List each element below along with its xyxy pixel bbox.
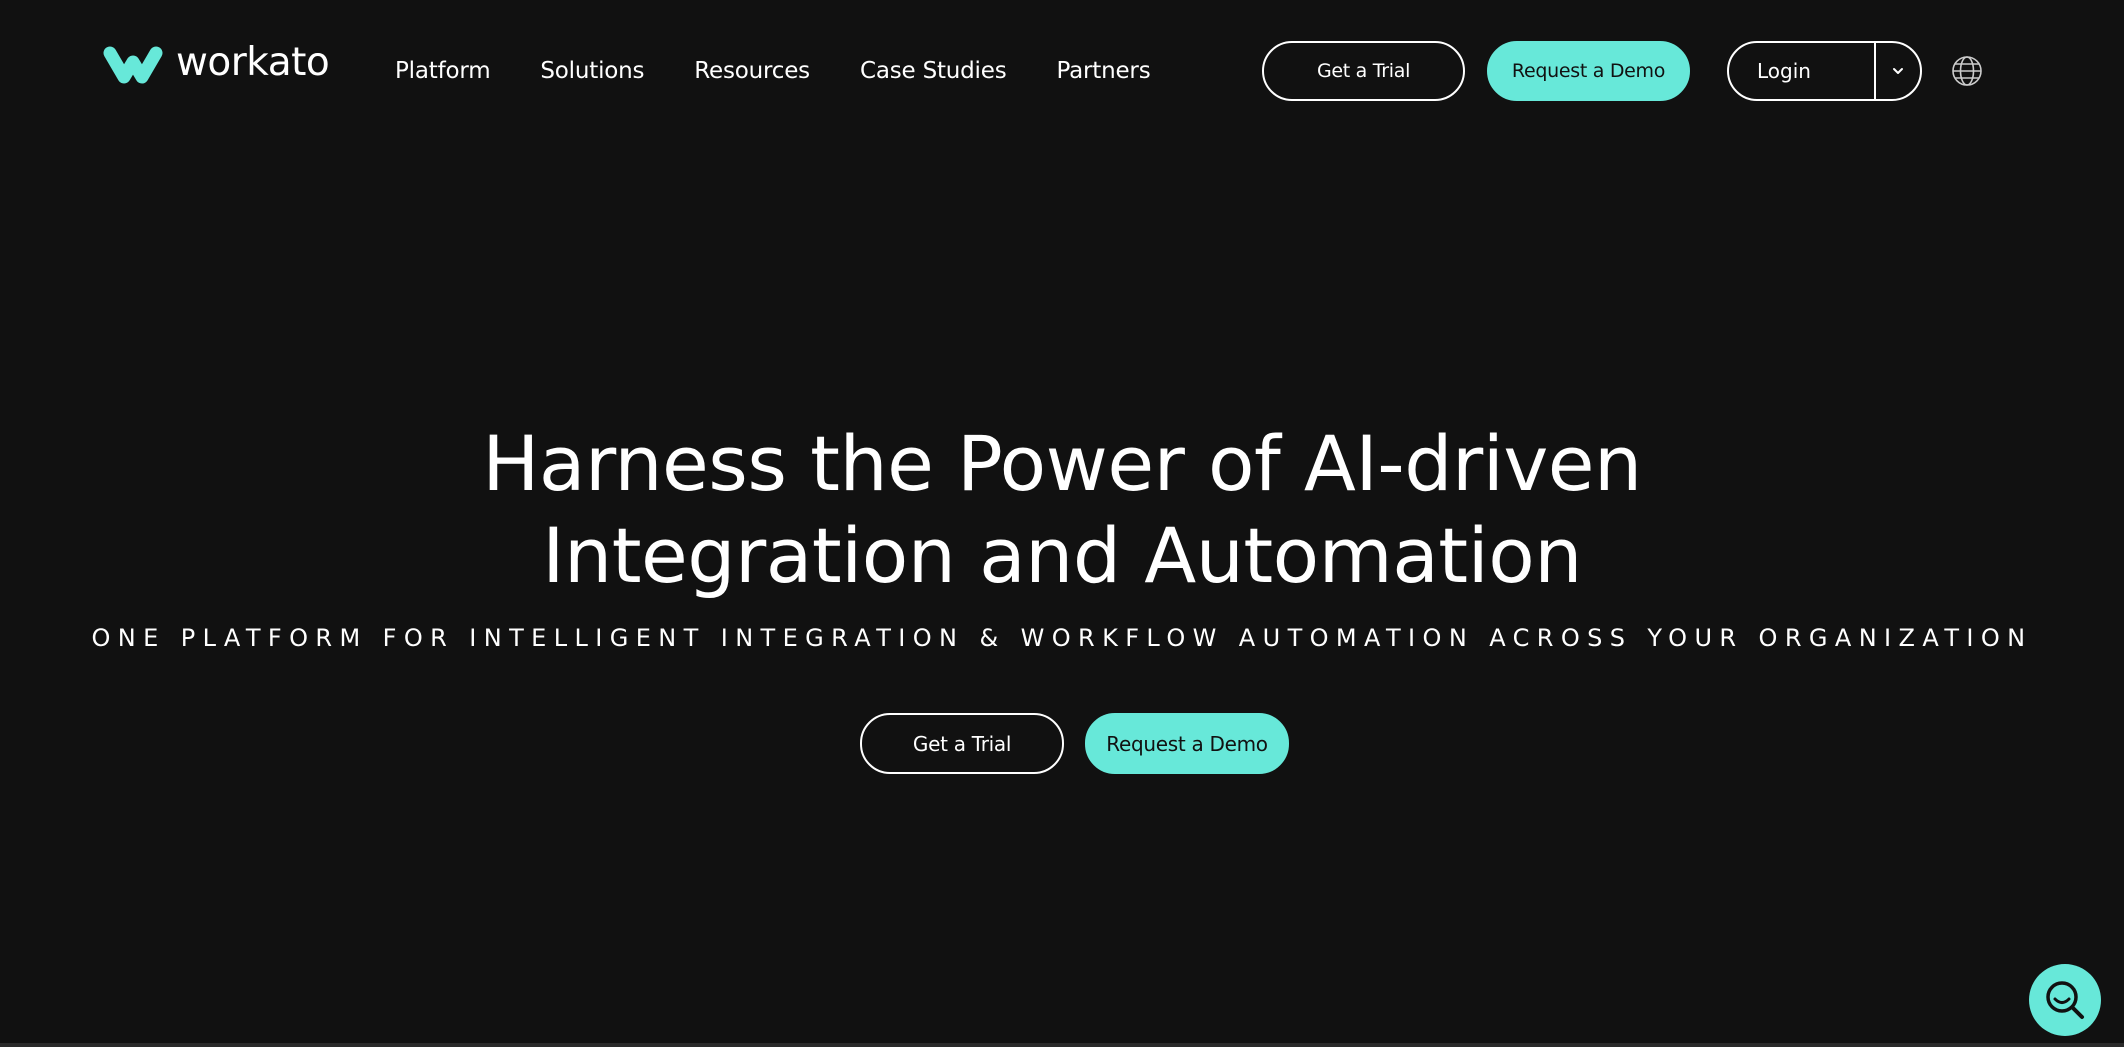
globe-icon[interactable] [1950,54,1984,88]
main-nav: Platform Solutions Resources Case Studie… [395,40,1200,102]
site-header: workato Platform Solutions Resources Cas… [0,40,2124,102]
hero-get-trial-button[interactable]: Get a Trial [860,713,1064,774]
login-button[interactable]: Login [1729,43,1874,99]
hero-request-demo-button[interactable]: Request a Demo [1085,713,1289,774]
header-request-demo-button[interactable]: Request a Demo [1487,41,1690,101]
floating-search-button[interactable] [2029,964,2101,1036]
workato-logo-icon [103,46,163,84]
hero-subtitle: ONE PLATFORM FOR INTELLIGENT INTEGRATION… [91,624,2033,652]
nav-item-partners[interactable]: Partners [1057,58,1151,84]
header-get-trial-button[interactable]: Get a Trial [1262,41,1465,101]
login-split-button: Login [1727,41,1922,101]
nav-item-case-studies[interactable]: Case Studies [860,58,1007,84]
login-menu-toggle[interactable] [1876,43,1920,99]
search-icon [2046,981,2084,1019]
nav-item-platform[interactable]: Platform [395,58,491,84]
page: workato Platform Solutions Resources Cas… [0,0,2124,1047]
logo-link[interactable]: workato [102,39,330,87]
nav-item-resources[interactable]: Resources [694,58,810,84]
bottom-divider [0,1043,2124,1047]
hero-title: Harness the Power of AI-driven Integrati… [482,419,1642,600]
chevron-down-icon [1893,68,1903,74]
logo-wordmark: workato [176,39,330,85]
nav-item-solutions[interactable]: Solutions [540,58,644,84]
